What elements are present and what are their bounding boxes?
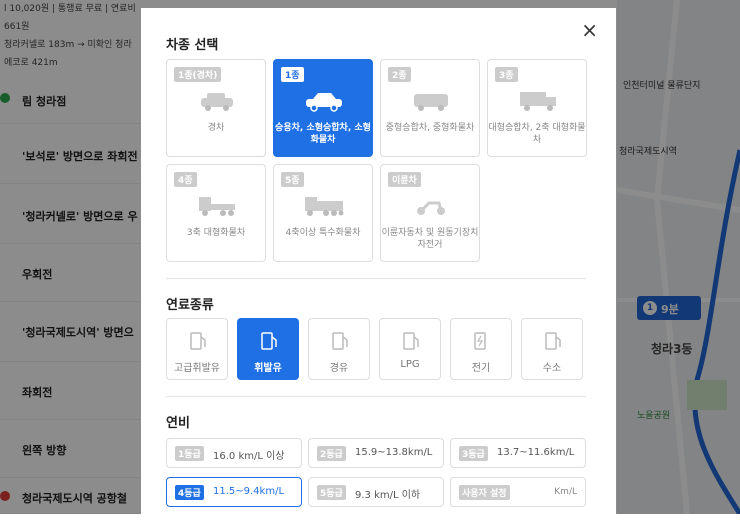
fuel-option-lpg[interactable]: LPG	[379, 318, 441, 380]
motorcycle-icon	[417, 201, 445, 215]
fuel-option-diesel[interactable]: 경유	[308, 318, 370, 380]
ev-charger-icon	[474, 332, 486, 350]
vehicle-option-compact[interactable]: 1종(경차) 경차	[166, 59, 266, 157]
sedan-icon	[306, 93, 342, 112]
vehicle-badge: 이륜차	[388, 172, 421, 187]
vehicle-badge: 2종	[388, 67, 411, 82]
fuel-efficiency-title: 연비	[166, 416, 190, 431]
vehicle-badge: 4종	[174, 172, 197, 187]
vehicle-label: 승용차, 소형승합차, 소형화물차	[275, 123, 371, 145]
vehicle-type-title: 차종 선택	[166, 38, 219, 53]
efficiency-option-grade2[interactable]: 2등급 15.9~13.8km/L	[308, 438, 444, 468]
vehicle-badge: 3종	[495, 67, 518, 82]
vehicle-option-class2[interactable]: 2종 중형승합차, 중형화물차	[380, 59, 480, 157]
vehicle-badge: 1종	[281, 67, 304, 82]
vehicle-option-class1[interactable]: 1종 승용차, 소형승합차, 소형화물차	[273, 59, 373, 157]
vehicle-label: 중형승합차, 중형화물차	[385, 123, 475, 133]
vehicle-label: 이륜자동차 및 원동기장치자전거	[381, 228, 479, 250]
vehicle-badge: 1종(경차)	[174, 67, 222, 82]
fuel-pump-icon	[332, 332, 348, 350]
compact-car-icon	[201, 93, 233, 111]
vehicle-option-class3[interactable]: 3종 대형승합차, 2축 대형화물차	[487, 59, 587, 157]
fuel-option-electric[interactable]: 전기	[450, 318, 512, 380]
close-icon[interactable]: ×	[581, 20, 598, 40]
efficiency-option-grade5[interactable]: 5등급 9.3 km/L 이하	[308, 477, 444, 507]
efficiency-option-custom[interactable]: 사용자 설정 Km/L	[450, 477, 586, 507]
truck-icon	[520, 92, 556, 111]
fuel-option-gasoline[interactable]: 휘발유	[237, 318, 299, 380]
efficiency-option-grade3[interactable]: 3등급 13.7~11.6km/L	[450, 438, 586, 468]
vehicle-settings-modal: × 차종 선택 1종(경차) 경차 1종 승용차, 소형승합차, 소형화물차 2…	[141, 8, 616, 528]
section-divider	[166, 278, 586, 279]
vehicle-badge: 5종	[281, 172, 304, 187]
vehicle-label: 경차	[207, 123, 225, 133]
fuel-pump-icon	[261, 332, 277, 350]
special-truck-icon	[305, 197, 344, 216]
efficiency-option-grade1[interactable]: 1등급 16.0 km/L 이상	[166, 438, 302, 468]
vehicle-label: 4축이상 특수화물차	[285, 228, 361, 238]
vehicle-option-class4[interactable]: 4종 3축 대형화물차	[166, 164, 266, 262]
fuel-pump-icon	[403, 332, 419, 350]
hydrogen-pump-icon	[545, 332, 561, 350]
vehicle-label: 3축 대형화물차	[186, 228, 246, 238]
vehicle-option-class5[interactable]: 5종 4축이상 특수화물차	[273, 164, 373, 262]
fuel-pump-icon	[190, 332, 206, 350]
3axle-truck-icon	[199, 197, 235, 216]
fuel-option-premium[interactable]: 고급휘발유	[166, 318, 228, 380]
fuel-option-hydrogen[interactable]: 수소	[521, 318, 583, 380]
efficiency-option-grade4[interactable]: 4등급 11.5~9.4km/L	[166, 477, 302, 507]
van-icon	[414, 94, 448, 111]
vehicle-label: 대형승합차, 2축 대형화물차	[488, 123, 586, 145]
section-divider	[166, 396, 586, 397]
fuel-type-title: 연료종류	[166, 298, 214, 313]
vehicle-option-motorcycle[interactable]: 이륜차 이륜자동차 및 원동기장치자전거	[380, 164, 480, 262]
